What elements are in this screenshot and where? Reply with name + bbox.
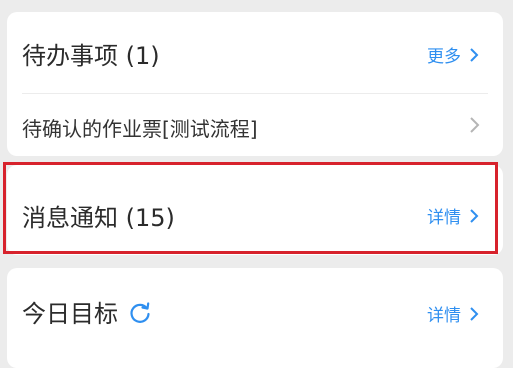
messages-detail-link[interactable]: 详情 xyxy=(427,203,482,228)
todo-divider xyxy=(22,93,488,94)
chevron-right-icon xyxy=(470,208,479,223)
chevron-right-icon xyxy=(470,117,480,133)
messages-card[interactable]: 消息通知 (15) 详情 xyxy=(7,165,503,255)
todo-more-link[interactable]: 更多 xyxy=(427,42,482,67)
chevron-right-icon xyxy=(470,47,479,62)
chevron-right-icon xyxy=(470,306,479,321)
goals-title-wrap: 今日目标 xyxy=(22,294,152,329)
goals-detail-label: 详情 xyxy=(427,306,461,326)
todo-title: 待办事项 (1) xyxy=(22,42,160,70)
goals-title: 今日目标 xyxy=(22,300,118,328)
refresh-icon[interactable] xyxy=(128,301,152,325)
goals-card: 今日目标 详情 xyxy=(7,268,503,368)
messages-title: 消息通知 (15) xyxy=(22,204,175,232)
todo-card: 待办事项 (1) 更多 待确认的作业票[测试流程] xyxy=(7,12,503,156)
todo-item-label: 待确认的作业票[测试流程] xyxy=(22,117,258,141)
todo-more-label: 更多 xyxy=(427,47,461,67)
goals-detail-link[interactable]: 详情 xyxy=(427,301,482,326)
messages-detail-label: 详情 xyxy=(427,208,461,228)
